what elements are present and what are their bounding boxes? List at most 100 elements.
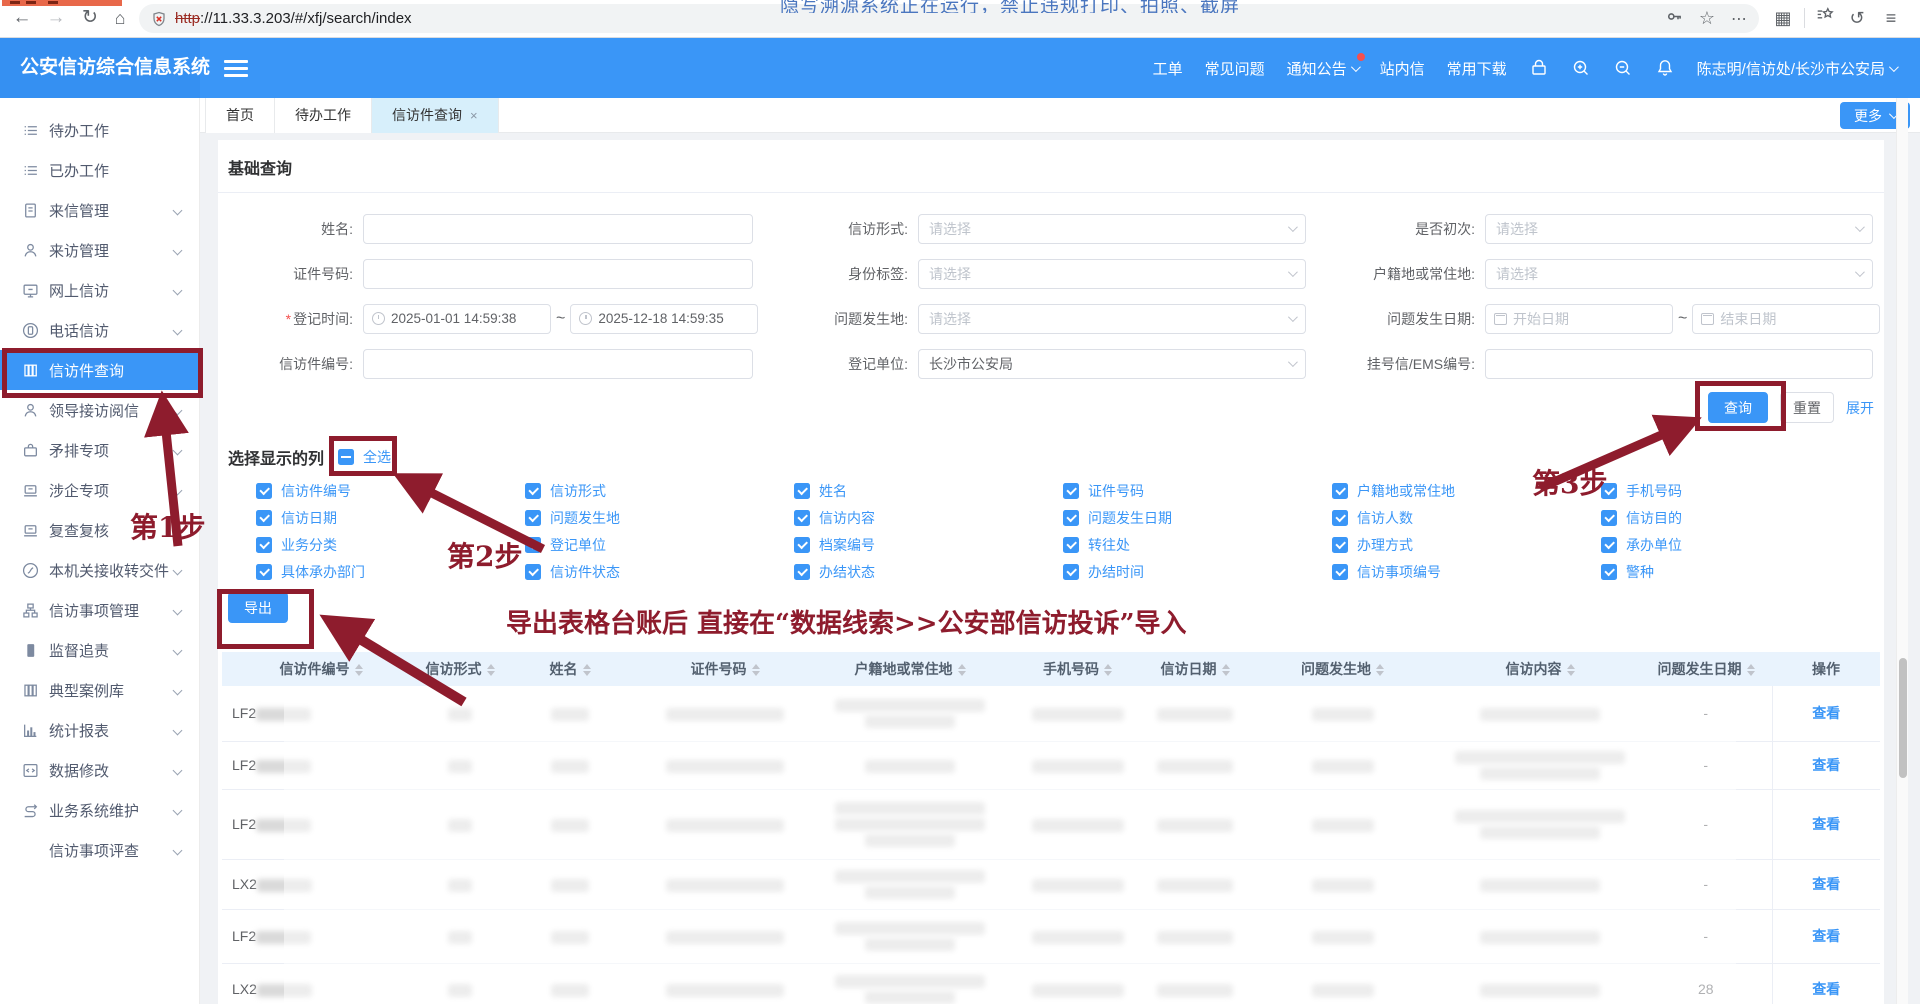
checkbox-checked-icon[interactable] bbox=[1063, 483, 1079, 499]
tab-信访件查询[interactable]: 信访件查询× bbox=[372, 98, 499, 133]
vertical-scrollbar[interactable] bbox=[1896, 98, 1908, 1004]
column-option-信访目的[interactable]: 信访目的 bbox=[1601, 510, 1870, 526]
checkbox-checked-icon[interactable] bbox=[1601, 483, 1617, 499]
col-header-证件号码[interactable]: 证件号码 bbox=[640, 652, 810, 686]
checkbox-checked-icon[interactable] bbox=[256, 564, 272, 580]
sidebar-item-来信管理[interactable]: 来信管理 bbox=[0, 190, 199, 230]
col-header-信访日期[interactable]: 信访日期 bbox=[1145, 652, 1245, 686]
id-number-input[interactable] bbox=[363, 259, 753, 289]
reset-button[interactable]: 重置 bbox=[1780, 392, 1834, 423]
checkbox-checked-icon[interactable] bbox=[1063, 537, 1079, 553]
problem-place-select[interactable]: 请选择 bbox=[918, 304, 1306, 334]
forward-icon[interactable]: → bbox=[42, 4, 70, 32]
refresh-icon[interactable]: ↻ bbox=[76, 4, 104, 32]
view-link[interactable]: 查看 bbox=[1812, 876, 1840, 892]
checkbox-checked-icon[interactable] bbox=[256, 510, 272, 526]
sidebar-item-矛排专项[interactable]: 矛排专项 bbox=[0, 430, 199, 470]
zoom-in-icon[interactable] bbox=[1571, 58, 1591, 78]
column-option-信访日期[interactable]: 信访日期 bbox=[256, 510, 525, 526]
header-menu-2[interactable]: 常见问题 bbox=[1205, 58, 1265, 79]
sidebar-item-本机关接收转交件[interactable]: 本机关接收转交件 bbox=[0, 550, 199, 590]
view-link[interactable]: 查看 bbox=[1812, 981, 1840, 997]
checkbox-checked-icon[interactable] bbox=[256, 483, 272, 499]
problem-date-start-input[interactable]: 开始日期 bbox=[1485, 304, 1673, 334]
checkbox-checked-icon[interactable] bbox=[1063, 564, 1079, 580]
register-time-start-input[interactable]: 2025-01-01 14:59:38 bbox=[363, 304, 551, 334]
checkbox-checked-icon[interactable] bbox=[525, 483, 541, 499]
checkbox-checked-icon[interactable] bbox=[794, 537, 810, 553]
sidebar-item-信访事项评查[interactable]: 信访事项评查 bbox=[0, 830, 199, 870]
column-option-证件号码[interactable]: 证件号码 bbox=[1063, 483, 1332, 499]
column-option-办理方式[interactable]: 办理方式 bbox=[1332, 537, 1601, 553]
column-option-办结状态[interactable]: 办结状态 bbox=[794, 564, 1063, 580]
sort-icon[interactable] bbox=[1747, 664, 1755, 676]
column-option-姓名[interactable]: 姓名 bbox=[794, 483, 1063, 499]
petition-form-select[interactable]: 请选择 bbox=[918, 214, 1306, 244]
sort-icon[interactable] bbox=[1104, 664, 1112, 676]
sidebar-item-复查复核[interactable]: 复查复核 bbox=[0, 510, 199, 550]
sidebar-item-统计报表[interactable]: 统计报表 bbox=[0, 710, 199, 750]
checkbox-checked-icon[interactable] bbox=[794, 510, 810, 526]
col-header-姓名[interactable]: 姓名 bbox=[500, 652, 640, 686]
checkbox-checked-icon[interactable] bbox=[1332, 564, 1348, 580]
column-option-业务分类[interactable]: 业务分类 bbox=[256, 537, 525, 553]
sidebar-item-电话信访[interactable]: 电话信访 bbox=[0, 310, 199, 350]
bookmark-star-icon[interactable]: ☆ bbox=[1699, 8, 1715, 29]
select-all-label[interactable]: 全选 bbox=[363, 447, 391, 467]
checkbox-checked-icon[interactable] bbox=[1332, 510, 1348, 526]
sidebar-item-待办工作[interactable]: 待办工作 bbox=[0, 110, 199, 150]
favorites-bar-icon[interactable] bbox=[1812, 5, 1838, 31]
undo-icon[interactable]: ↺ bbox=[1844, 5, 1870, 31]
column-option-问题发生地[interactable]: 问题发生地 bbox=[525, 510, 794, 526]
zoom-out-icon[interactable] bbox=[1613, 58, 1633, 78]
view-link[interactable]: 查看 bbox=[1812, 928, 1840, 944]
checkbox-checked-icon[interactable] bbox=[525, 537, 541, 553]
export-button[interactable]: 导出 bbox=[228, 592, 288, 623]
column-option-户籍地或常住地[interactable]: 户籍地或常住地 bbox=[1332, 483, 1601, 499]
case-number-input[interactable] bbox=[363, 349, 753, 379]
sidebar-item-来访管理[interactable]: 来访管理 bbox=[0, 230, 199, 270]
view-link[interactable]: 查看 bbox=[1812, 816, 1840, 832]
sort-icon[interactable] bbox=[752, 664, 760, 676]
col-header-问题发生地[interactable]: 问题发生地 bbox=[1245, 652, 1440, 686]
bell-icon[interactable] bbox=[1655, 58, 1675, 78]
sidebar-item-信访件查询[interactable]: 信访件查询 bbox=[0, 350, 199, 390]
residence-select[interactable]: 请选择 bbox=[1485, 259, 1873, 289]
header-menu-5[interactable]: 常用下载 bbox=[1447, 58, 1507, 79]
sidebar-item-领导接访阅信[interactable]: 领导接访阅信 bbox=[0, 390, 199, 430]
header-menu-4[interactable]: 站内信 bbox=[1380, 58, 1425, 79]
view-link[interactable]: 查看 bbox=[1812, 705, 1840, 721]
sidebar-item-涉企专项[interactable]: 涉企专项 bbox=[0, 470, 199, 510]
register-time-end-input[interactable]: 2025-12-18 14:59:35 bbox=[570, 304, 758, 334]
checkbox-checked-icon[interactable] bbox=[256, 537, 272, 553]
browser-menu-icon[interactable]: ≡ bbox=[1878, 5, 1904, 31]
select-all-checkbox[interactable] bbox=[338, 449, 354, 465]
col-header-户籍地或常住地[interactable]: 户籍地或常住地 bbox=[810, 652, 1010, 686]
column-option-档案编号[interactable]: 档案编号 bbox=[794, 537, 1063, 553]
ems-number-input[interactable] bbox=[1485, 349, 1873, 379]
collapse-menu-icon[interactable] bbox=[224, 60, 248, 77]
sort-icon[interactable] bbox=[1222, 664, 1230, 676]
column-option-具体承办部门[interactable]: 具体承办部门 bbox=[256, 564, 525, 580]
user-menu[interactable]: 陈志明/信访处/长沙市公安局 bbox=[1697, 58, 1896, 79]
checkbox-checked-icon[interactable] bbox=[1601, 564, 1617, 580]
col-header-信访形式[interactable]: 信访形式 bbox=[420, 652, 500, 686]
checkbox-checked-icon[interactable] bbox=[1332, 537, 1348, 553]
column-option-信访形式[interactable]: 信访形式 bbox=[525, 483, 794, 499]
lock-icon[interactable] bbox=[1529, 58, 1549, 78]
checkbox-checked-icon[interactable] bbox=[525, 564, 541, 580]
column-option-信访件编号[interactable]: 信访件编号 bbox=[256, 483, 525, 499]
col-header-信访件编号[interactable]: 信访件编号 bbox=[222, 652, 420, 686]
security-shield-icon[interactable] bbox=[151, 11, 167, 27]
column-option-手机号码[interactable]: 手机号码 bbox=[1601, 483, 1870, 499]
tab-首页[interactable]: 首页 bbox=[205, 98, 275, 133]
checkbox-checked-icon[interactable] bbox=[525, 510, 541, 526]
column-option-办结时间[interactable]: 办结时间 bbox=[1063, 564, 1332, 580]
sidebar-item-网上信访[interactable]: 网上信访 bbox=[0, 270, 199, 310]
scrollbar-thumb[interactable] bbox=[1899, 658, 1907, 778]
checkbox-checked-icon[interactable] bbox=[794, 483, 810, 499]
sidebar-item-典型案例库[interactable]: 典型案例库 bbox=[0, 670, 199, 710]
sort-icon[interactable] bbox=[583, 664, 591, 676]
sidebar-item-数据修改[interactable]: 数据修改 bbox=[0, 750, 199, 790]
checkbox-checked-icon[interactable] bbox=[794, 564, 810, 580]
